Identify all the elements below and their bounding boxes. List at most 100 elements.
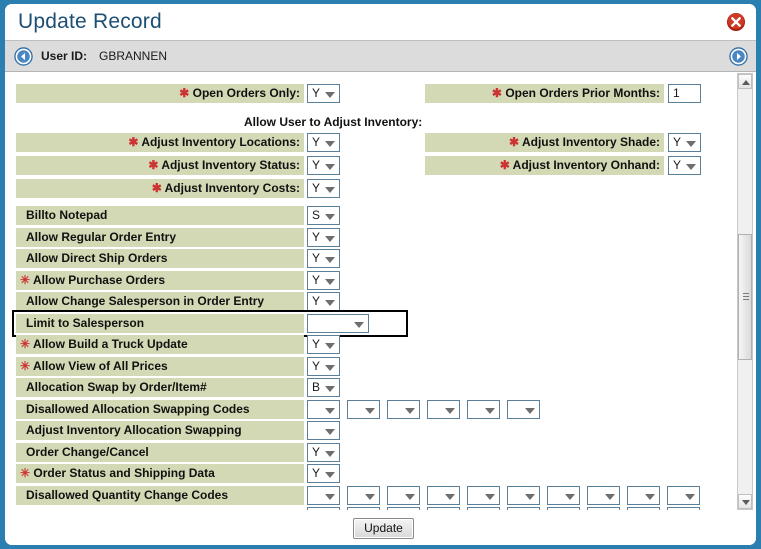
setting-row-label-text: Allow Change Salesperson in Order Entry (26, 294, 264, 308)
form-footer: Update (5, 510, 756, 545)
select-value: Y (312, 251, 320, 266)
setting-row-select[interactable] (387, 400, 420, 419)
chevron-down-icon (325, 187, 335, 193)
setting-row-select[interactable]: S (307, 206, 340, 225)
select-adjust-inventory-status[interactable]: Y (307, 156, 340, 175)
select-value: Y (312, 445, 320, 460)
chevron-down-icon (485, 494, 495, 500)
select-value: S (312, 208, 320, 223)
setting-row-label: Adjust Inventory Allocation Swapping (16, 421, 304, 440)
chevron-down-icon (365, 494, 375, 500)
chevron-down-icon (325, 279, 335, 285)
required-asterisk: ✱ (492, 86, 502, 100)
select-value: B (312, 380, 320, 395)
setting-row-select[interactable] (547, 486, 580, 505)
select-adjust-inventory-onhand[interactable]: Y (668, 156, 701, 175)
select-value: Y (312, 294, 320, 309)
chevron-down-icon (525, 408, 535, 414)
setting-row-select[interactable] (347, 400, 380, 419)
next-record-icon[interactable] (729, 47, 748, 66)
select-value: Y (312, 466, 320, 481)
close-icon[interactable] (726, 12, 746, 32)
chevron-down-icon (354, 322, 364, 328)
select-adjust-inventory-costs[interactable]: Y (307, 179, 340, 198)
setting-row-label-text: Billto Notepad (26, 208, 107, 222)
chevron-down-icon (445, 408, 455, 414)
scroll-up-icon[interactable] (738, 74, 752, 89)
chevron-down-icon (605, 494, 615, 500)
setting-row-select[interactable]: Y (307, 443, 340, 462)
chevron-down-icon (325, 386, 335, 392)
setting-row-select[interactable] (667, 486, 700, 505)
vertical-scrollbar[interactable] (737, 73, 753, 510)
scrollbar-thumb[interactable] (738, 234, 752, 360)
setting-row-select[interactable] (307, 314, 369, 333)
required-asterisk: ✳ (20, 466, 30, 480)
setting-row-select[interactable]: Y (307, 292, 340, 311)
setting-row-select[interactable] (307, 400, 340, 419)
chevron-down-icon (325, 343, 335, 349)
scroll-down-icon[interactable] (738, 494, 752, 509)
setting-row-label-text: Limit to Salesperson (26, 316, 144, 330)
select-value: Y (312, 359, 320, 374)
setting-row-select[interactable] (307, 421, 340, 440)
setting-row-select[interactable] (467, 486, 500, 505)
setting-row-select[interactable] (587, 486, 620, 505)
required-asterisk: ✱ (179, 86, 189, 100)
setting-row-label: Billto Notepad (16, 206, 304, 225)
setting-row-select[interactable] (467, 400, 500, 419)
required-asterisk: ✱ (128, 135, 138, 149)
field-label-adjust-inventory-onhand: ✱ Adjust Inventory Onhand: (425, 156, 664, 175)
setting-row-select[interactable] (427, 486, 460, 505)
setting-row-select[interactable] (507, 486, 540, 505)
select-adjust-inventory-locations[interactable]: Y (307, 133, 340, 152)
setting-row-label: ✳ Order Status and Shipping Data (16, 464, 304, 483)
setting-row-select[interactable]: Y (307, 357, 340, 376)
setting-row-select[interactable]: B (307, 378, 340, 397)
chevron-down-icon (325, 472, 335, 478)
chevron-down-icon (325, 429, 335, 435)
chevron-down-icon (405, 408, 415, 414)
setting-row-label-text: Order Status and Shipping Data (33, 466, 214, 480)
scrollbar-grip-icon (743, 293, 749, 302)
user-id-value: GBRANNEN (99, 49, 167, 63)
setting-row-select[interactable]: Y (307, 228, 340, 247)
setting-row-select[interactable] (627, 486, 660, 505)
user-id-label: User ID: (41, 49, 87, 63)
required-asterisk: ✳ (20, 273, 30, 287)
select-adjust-inventory-shade[interactable]: Y (668, 133, 701, 152)
setting-row-select[interactable] (307, 486, 340, 505)
select-value: Y (312, 230, 320, 245)
chevron-down-icon (325, 451, 335, 457)
required-asterisk: ✱ (152, 181, 162, 195)
chevron-down-icon (325, 365, 335, 371)
section-heading-adjust-inventory: Allow User to Adjust Inventory: (244, 115, 422, 129)
page-title: Update Record (18, 10, 162, 34)
setting-row-select[interactable] (387, 486, 420, 505)
setting-row-select[interactable] (427, 400, 460, 419)
setting-row-select[interactable]: Y (307, 335, 340, 354)
setting-row-select[interactable]: Y (307, 249, 340, 268)
setting-row-select[interactable] (347, 486, 380, 505)
field-label-adjust-inventory-status: ✱ Adjust Inventory Status: (16, 156, 304, 175)
setting-row-select[interactable]: Y (307, 271, 340, 290)
form-scroll-area: ✱ Open Orders Only: Y ✱ Open Orders Prio… (5, 73, 756, 510)
update-button[interactable]: Update (353, 518, 414, 539)
required-asterisk: ✳ (20, 337, 30, 351)
chevron-down-icon (525, 494, 535, 500)
setting-row-label: Allow Regular Order Entry (16, 228, 304, 247)
select-open-orders-only[interactable]: Y (307, 84, 340, 103)
setting-row-label: Allow Change Salesperson in Order Entry (16, 292, 304, 311)
window-inner: Update Record User ID: GBRANNEN (5, 4, 756, 545)
chevron-down-icon (565, 494, 575, 500)
setting-row-label-text: Allow Direct Ship Orders (26, 251, 167, 265)
setting-row-select[interactable] (507, 400, 540, 419)
previous-record-icon[interactable] (14, 47, 33, 66)
chevron-down-icon (325, 236, 335, 242)
record-navigation-bar: User ID: GBRANNEN (5, 40, 756, 72)
input-open-orders-prior-months[interactable]: 1 (668, 84, 701, 103)
setting-row-label-text: Adjust Inventory Allocation Swapping (26, 423, 242, 437)
setting-row-select[interactable]: Y (307, 464, 340, 483)
setting-row-label-text: Disallowed Allocation Swapping Codes (26, 402, 250, 416)
chevron-down-icon (325, 164, 335, 170)
